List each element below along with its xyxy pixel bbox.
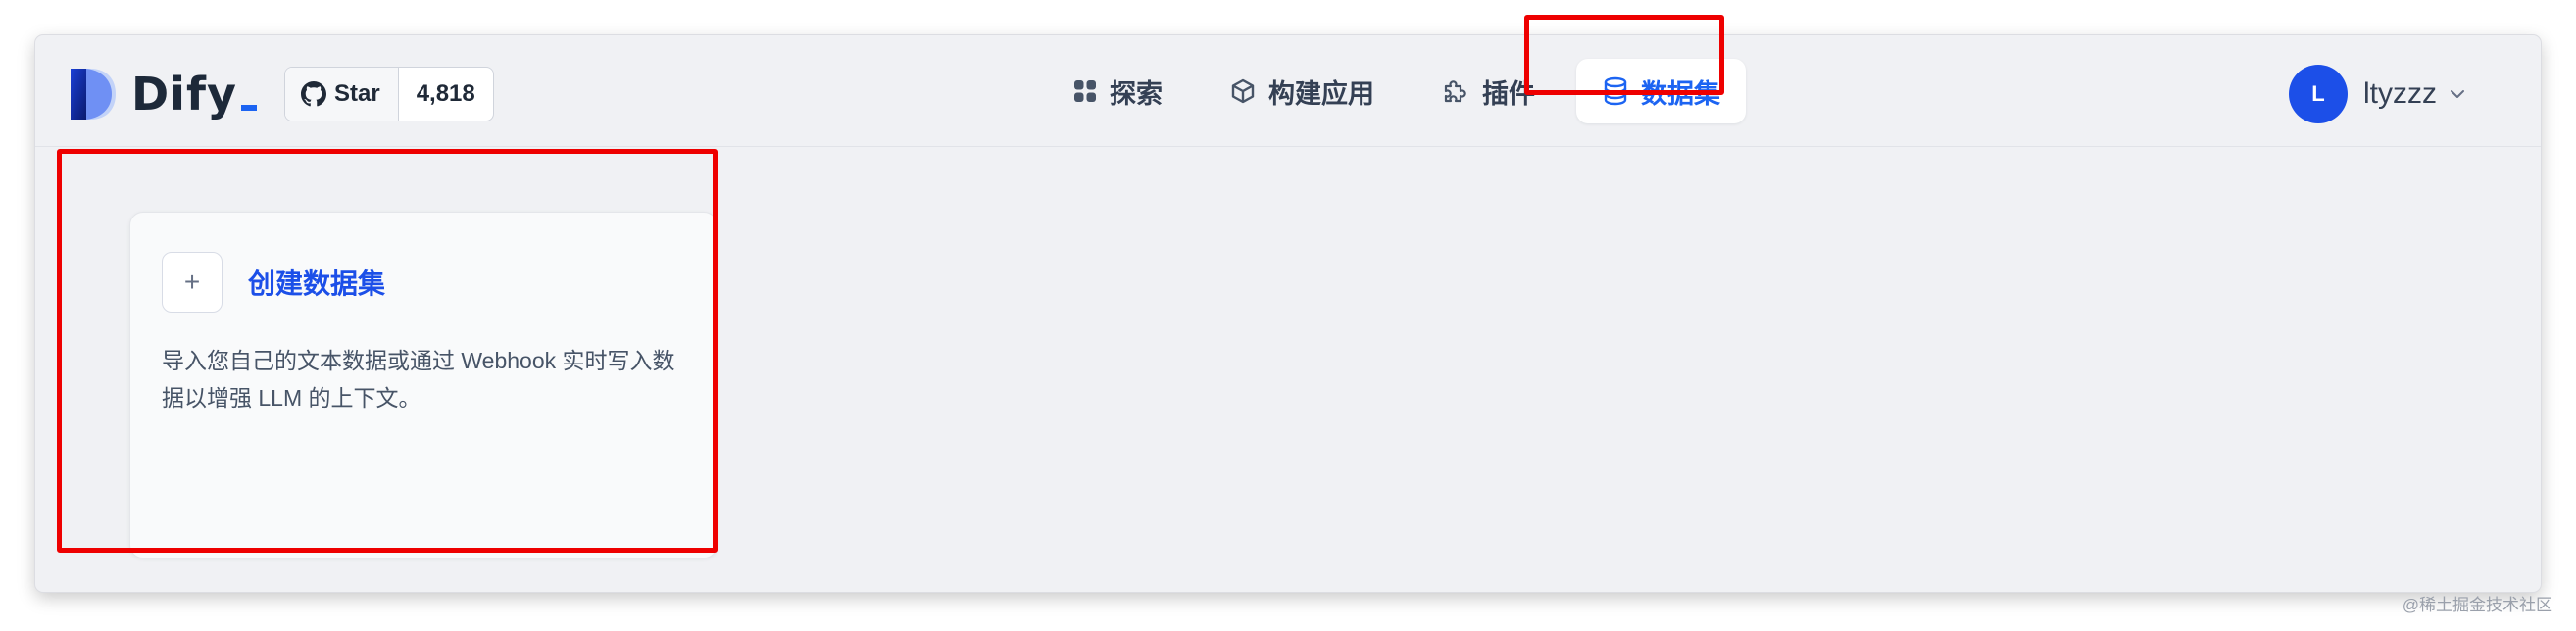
- github-star-widget[interactable]: Star 4,818: [284, 67, 494, 121]
- dify-logo[interactable]: Dify: [69, 65, 257, 123]
- username[interactable]: ltyzzz: [2363, 77, 2437, 111]
- watermark: @稀土掘金技术社区: [2402, 596, 2552, 614]
- avatar[interactable]: L: [2289, 65, 2348, 123]
- chevron-down-icon[interactable]: [2449, 85, 2466, 103]
- logo-underscore: [240, 105, 257, 111]
- puzzle-icon: [1444, 80, 1466, 103]
- card-highlight-box: [57, 149, 718, 553]
- star-label: Star: [334, 80, 380, 107]
- nav-highlight-box: [1524, 15, 1724, 95]
- top-header: Dify Star 4,818 探索 构建应用 插件 数据集 L ltyzzz: [35, 35, 2541, 147]
- nav-item-explore[interactable]: 探索: [1047, 59, 1188, 123]
- nav-item-build-apps[interactable]: 构建应用: [1204, 59, 1400, 123]
- app-name: Dify: [131, 68, 237, 121]
- dify-logo-icon: [71, 69, 116, 120]
- nav-label-explore: 探索: [1110, 78, 1163, 109]
- grid-icon: [1074, 80, 1096, 102]
- user-menu[interactable]: L ltyzzz: [2289, 65, 2466, 123]
- nav-label-build-apps: 构建应用: [1268, 78, 1374, 109]
- github-icon: [301, 81, 326, 107]
- cube-icon: [1231, 78, 1255, 104]
- github-star-button[interactable]: Star: [285, 68, 399, 121]
- star-count[interactable]: 4,818: [399, 68, 493, 121]
